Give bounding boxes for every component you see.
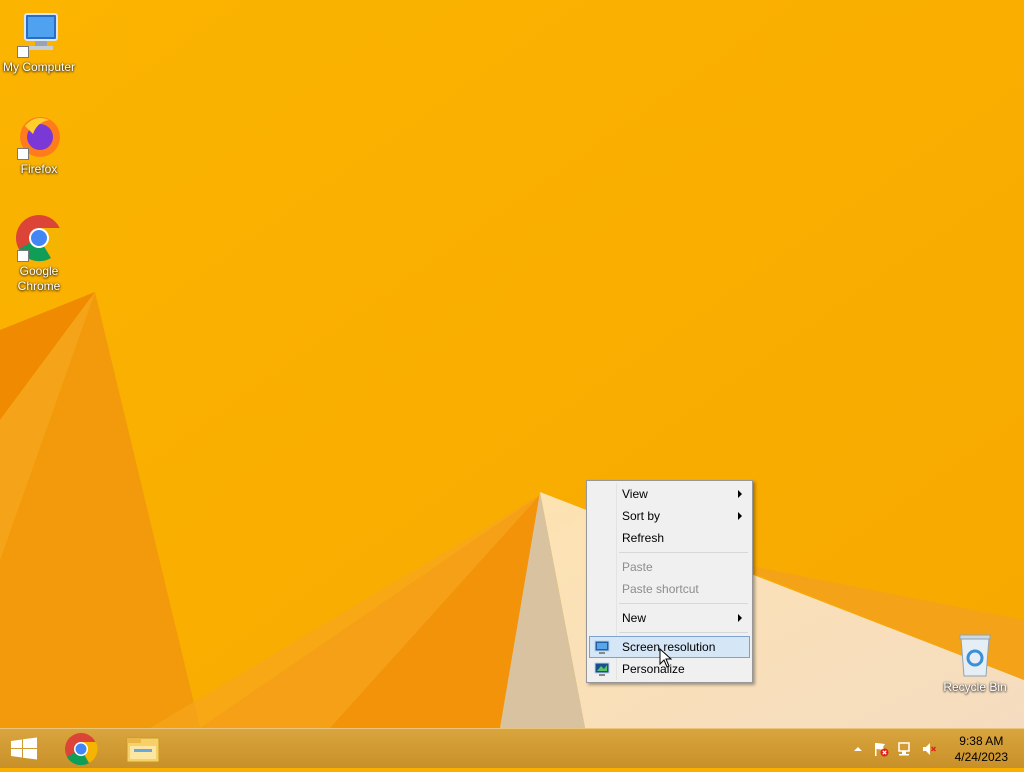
- menu-item-label: Refresh: [622, 531, 665, 545]
- shortcut-arrow-icon: [17, 148, 29, 160]
- action-center-flag-icon[interactable]: [873, 741, 889, 757]
- clock-date: 4/24/2023: [954, 750, 1008, 764]
- desktop-icon-label: Firefox: [20, 162, 58, 176]
- menu-item-sort-by[interactable]: Sort by: [589, 505, 750, 527]
- menu-item-label: New: [622, 611, 647, 625]
- taskbar: 9:38 AM 4/24/2023: [0, 728, 1024, 768]
- chrome-icon: [65, 733, 98, 766]
- start-button[interactable]: [0, 729, 48, 769]
- submenu-arrow-icon: [738, 490, 742, 498]
- firefox-icon: [15, 112, 63, 160]
- recycle-bin-icon: [951, 632, 999, 678]
- system-clock[interactable]: 9:38 AM 4/24/2023: [955, 733, 1008, 765]
- menu-separator: [619, 603, 748, 604]
- menu-separator: [619, 552, 748, 553]
- menu-item-label: Sort by: [622, 509, 661, 523]
- taskbar-file-explorer-button[interactable]: [118, 729, 168, 769]
- desktop[interactable]: My Computer Firefox Google Chrome Recycl…: [0, 0, 1024, 728]
- show-hidden-icons-icon[interactable]: [850, 741, 866, 757]
- wallpaper: [0, 0, 1024, 728]
- desktop-icon-recycle-bin[interactable]: Recycle Bin: [936, 632, 1014, 695]
- menu-item-new[interactable]: New: [589, 607, 750, 629]
- desktop-icon-my-computer[interactable]: My Computer: [0, 10, 78, 75]
- desktop-icon-google-chrome[interactable]: Google Chrome: [0, 214, 78, 294]
- menu-item-label: View: [622, 487, 648, 501]
- menu-separator: [619, 632, 748, 633]
- shortcut-arrow-icon: [17, 250, 29, 262]
- personalize-icon: [594, 661, 610, 677]
- file-explorer-icon: [126, 737, 160, 763]
- network-icon[interactable]: [897, 741, 913, 757]
- menu-item-view[interactable]: View: [589, 483, 750, 505]
- shortcut-arrow-icon: [17, 46, 29, 58]
- speaker-muted-icon[interactable]: [921, 741, 937, 757]
- windows-start-icon: [11, 737, 37, 760]
- desktop-icon-firefox[interactable]: Firefox: [0, 112, 78, 177]
- computer-icon: [15, 10, 63, 58]
- chrome-icon: [15, 214, 64, 262]
- taskbar-chrome-button[interactable]: [58, 729, 104, 769]
- mouse-cursor-icon: [659, 648, 672, 668]
- menu-item-paste[interactable]: Paste: [589, 556, 750, 578]
- clock-time: 9:38 AM: [959, 734, 1004, 748]
- menu-item-label: Paste shortcut: [622, 582, 699, 596]
- menu-item-paste-shortcut[interactable]: Paste shortcut: [589, 578, 750, 600]
- screen-resolution-icon: [594, 639, 610, 655]
- menu-item-label: Paste: [622, 560, 653, 574]
- menu-item-refresh[interactable]: Refresh: [589, 527, 750, 549]
- desktop-icon-label: Recycle Bin: [943, 680, 1007, 694]
- submenu-arrow-icon: [738, 614, 742, 622]
- desktop-icon-label: Google Chrome: [17, 264, 61, 293]
- desktop-icon-label: My Computer: [2, 60, 76, 74]
- menu-item-label: Personalize: [622, 662, 685, 676]
- submenu-arrow-icon: [738, 512, 742, 520]
